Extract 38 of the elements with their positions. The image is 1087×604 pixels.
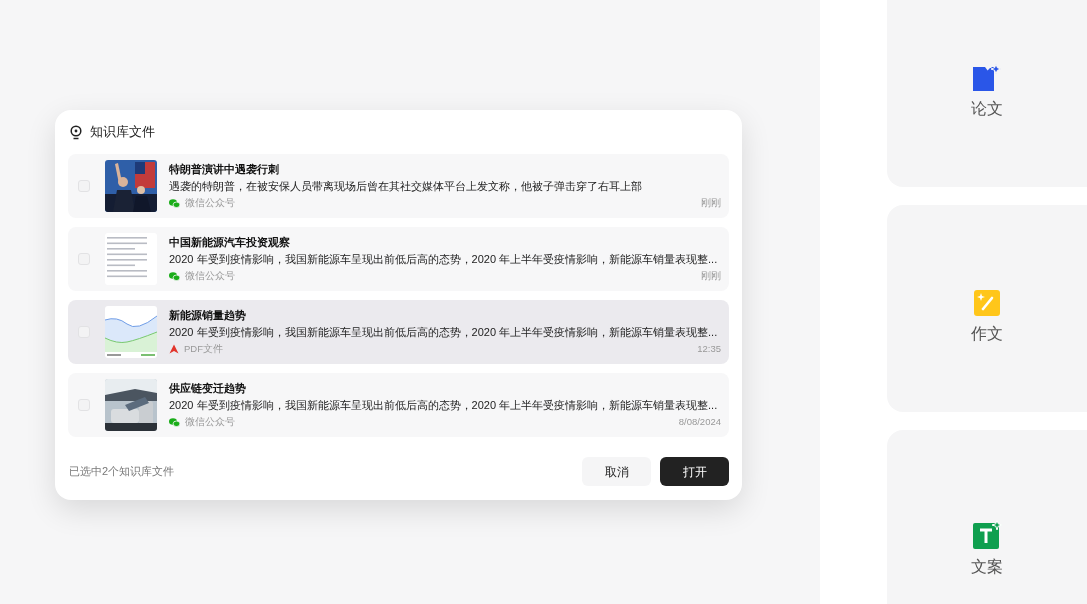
book-sparkle-icon xyxy=(972,64,1002,92)
file-title: 特朗普演讲中遇袭行刺 xyxy=(169,161,279,177)
file-summary: 遇袭的特朗普，在被安保人员带离现场后曾在其社交媒体平台上发文称，他被子弹击穿了右耳上部 xyxy=(169,178,642,194)
feature-card[interactable]: 论文 xyxy=(887,0,1087,187)
dialog-title: 知识库文件 xyxy=(90,123,155,142)
chat-bubbles-icon xyxy=(169,198,180,208)
file-summary: 2020 年受到疫情影响，我国新能源车呈现出前低后高的态势，2020 年上半年受疫情影响，新能源车销量表现整... xyxy=(169,397,718,413)
card-label: 论文 xyxy=(971,99,1003,119)
card-label: 文案 xyxy=(971,557,1003,577)
file-source: 微信公众号 xyxy=(185,195,235,210)
file-title: 新能源销量趋势 xyxy=(169,307,246,323)
file-time: 刚刚 xyxy=(701,268,721,283)
card-label: 作文 xyxy=(971,324,1003,344)
file-item[interactable]: 特朗普演讲中遇袭行刺 遇袭的特朗普，在被安保人员带离现场后曾在其社交媒体平台上发文称，他被子弹击穿了右耳上部 微信公众号 刚刚 xyxy=(68,154,729,218)
cancel-button[interactable]: 取消 xyxy=(582,457,651,486)
feature-card[interactable]: 文案 xyxy=(887,430,1087,604)
file-item[interactable]: 供应链变迁趋势 2020 年受到疫情影响，我国新能源车呈现出前低后高的态势，2020 年上半年受疫情影响，新能源车销量表现整... 微信公众号 8/08/2024 xyxy=(68,373,729,437)
file-time: 刚刚 xyxy=(701,195,721,210)
open-button[interactable]: 打开 xyxy=(660,457,729,486)
file-time: 8/08/2024 xyxy=(678,414,721,429)
file-source: 微信公众号 xyxy=(185,268,235,283)
file-summary: 2020 年受到疫情影响，我国新能源车呈现出前低后高的态势，2020 年上半年受疫情影响，新能源车销量表现整... xyxy=(169,251,718,267)
chat-bubbles-icon xyxy=(169,271,180,281)
file-title: 供应链变迁趋势 xyxy=(169,380,246,396)
file-title: 中国新能源汽车投资观察 xyxy=(169,234,290,250)
text-sparkle-icon xyxy=(972,520,1002,550)
file-source: 微信公众号 xyxy=(185,414,235,429)
lightbulb-icon xyxy=(70,124,82,140)
file-source: PDF文件 xyxy=(184,341,223,356)
selection-count: 已选中2个知识库文件 xyxy=(68,464,175,480)
file-item[interactable]: 中国新能源汽车投资观察 2020 年受到疫情影响，我国新能源车呈现出前低后高的态势，2020 年上半年受疫情影响，新能源车销量表现整... 微信公众号 刚刚 xyxy=(68,227,729,291)
file-time: 12:35 xyxy=(697,341,721,356)
file-item[interactable]: 新能源销量趋势 2020 年受到疫情影响，我国新能源车呈现出前低后高的态势，2020 年上半年受疫情影响，新能源车销量表现整... PDF文件 12:35 xyxy=(68,300,729,364)
pdf-icon xyxy=(169,344,179,354)
feature-card[interactable]: 作文 xyxy=(887,205,1087,412)
chat-bubbles-icon xyxy=(169,417,180,427)
pencil-sparkle-icon xyxy=(973,289,1001,317)
file-summary: 2020 年受到疫情影响，我国新能源车呈现出前低后高的态势，2020 年上半年受疫情影响，新能源车销量表现整... xyxy=(169,324,718,340)
